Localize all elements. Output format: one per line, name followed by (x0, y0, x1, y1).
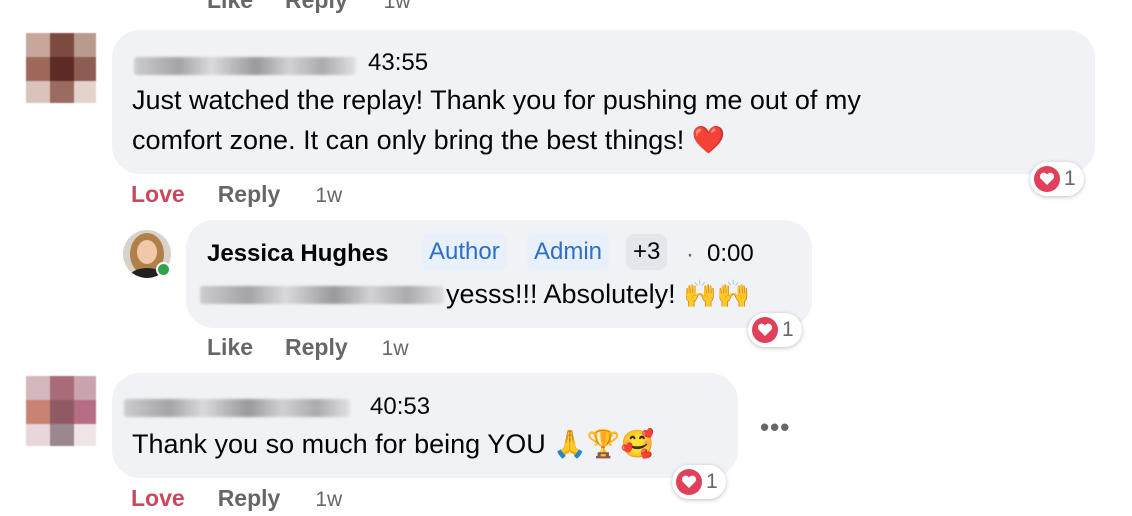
reaction-badge[interactable]: 1 (1030, 162, 1084, 196)
reply-button[interactable]: Reply (285, 334, 348, 361)
comment-time[interactable]: 1w (384, 0, 411, 14)
reaction-badge[interactable]: 1 (748, 313, 802, 347)
redacted-author-name (134, 57, 356, 75)
love-button[interactable]: Love (131, 181, 185, 208)
heart-reaction-icon (676, 469, 702, 495)
avatar[interactable] (123, 230, 171, 278)
reaction-count: 1 (706, 470, 718, 493)
avatar[interactable] (26, 376, 96, 446)
comment-text: Thank you so much for being YOU 🙏🏆🥰 (132, 429, 655, 459)
comment-timestamp[interactable]: 43:55 (368, 49, 428, 77)
reply-button[interactable]: Reply (218, 181, 281, 208)
heart-reaction-icon (1034, 166, 1060, 192)
comment-actions: Love Reply 1w (131, 181, 342, 208)
comment-bubble: 43:55 Just watched the replay! Thank you… (112, 30, 1095, 174)
redacted-mention (200, 286, 444, 304)
admin-badge[interactable]: Admin (527, 234, 610, 270)
comment-timestamp[interactable]: 40:53 (370, 393, 430, 421)
reply-bubble: Jessica Hughes Author Admin +3 · 0:00 ye… (186, 220, 812, 328)
like-button[interactable]: Like (207, 0, 253, 14)
top-comment-actions: Like Reply 1w (207, 0, 411, 14)
separator-dot: · (686, 241, 694, 268)
reaction-count: 1 (1064, 167, 1076, 190)
reply-button[interactable]: Reply (285, 0, 348, 14)
comment-bubble: 40:53 Thank you so much for being YOU 🙏🏆… (112, 373, 738, 478)
comment-time[interactable]: 1w (315, 184, 342, 208)
comment-actions: Love Reply 1w (131, 485, 342, 512)
author-name[interactable]: Jessica Hughes (207, 240, 388, 268)
reply-text: yesss!!! Absolutely! 🙌🙌 (446, 279, 751, 309)
comment-time[interactable]: 1w (382, 337, 409, 361)
love-button[interactable]: Love (131, 485, 185, 512)
reaction-count: 1 (782, 318, 794, 341)
comment-time[interactable]: 1w (315, 488, 342, 512)
more-options-button[interactable]: ••• (760, 412, 790, 443)
author-badge[interactable]: Author (422, 234, 507, 270)
like-button[interactable]: Like (207, 334, 253, 361)
heart-reaction-icon (752, 317, 778, 343)
comment-text: Just watched the replay! Thank you for p… (132, 85, 861, 155)
reply-button[interactable]: Reply (218, 485, 281, 512)
online-status-icon (156, 262, 171, 277)
redacted-author-name (124, 399, 350, 417)
comment-timestamp[interactable]: 0:00 (707, 240, 754, 268)
reply-actions: Like Reply 1w (207, 334, 409, 361)
avatar[interactable] (26, 33, 96, 103)
more-badges-button[interactable]: +3 (626, 234, 668, 270)
reaction-badge[interactable]: 1 (672, 465, 726, 499)
